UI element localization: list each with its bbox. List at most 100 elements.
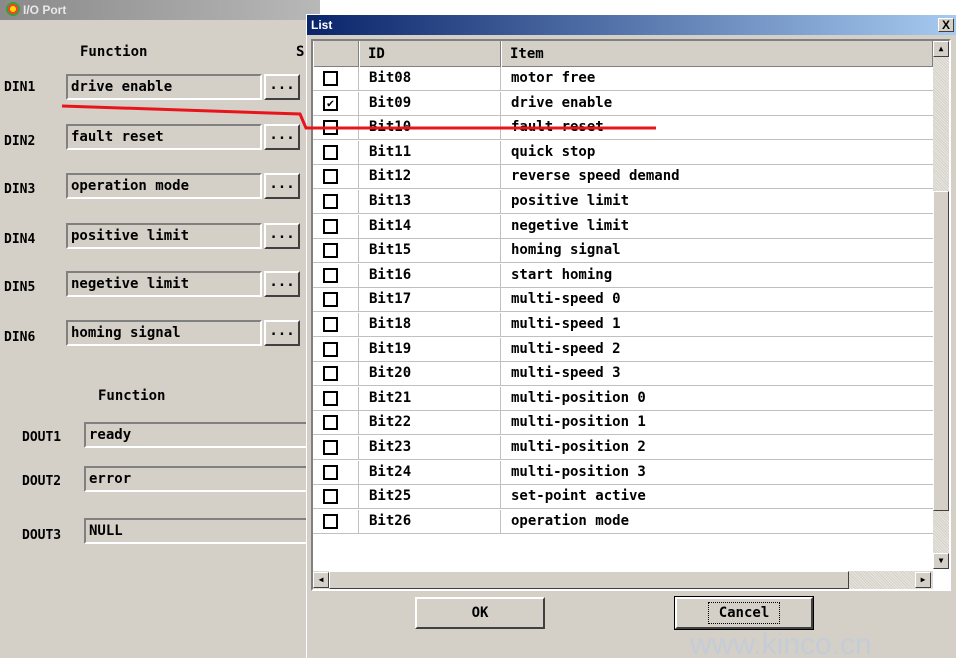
checkbox[interactable] xyxy=(323,243,338,259)
table-row[interactable]: Bit08 motor free xyxy=(313,67,933,91)
horizontal-scroll-thumb[interactable] xyxy=(329,571,849,589)
checkbox[interactable] xyxy=(323,144,338,160)
checkbox[interactable] xyxy=(323,464,338,480)
dout3-field[interactable]: NULL xyxy=(84,518,320,544)
row-id: Bit15 xyxy=(359,239,501,264)
checkbox[interactable] xyxy=(323,390,338,406)
row-check-cell xyxy=(313,67,359,91)
row-item: homing signal xyxy=(501,239,933,264)
scroll-up-icon[interactable]: ▲ xyxy=(933,41,949,57)
checkbox[interactable] xyxy=(323,71,338,86)
checkbox[interactable] xyxy=(323,120,338,136)
header-id[interactable]: ID xyxy=(359,41,501,67)
dout1-field[interactable]: ready xyxy=(84,422,320,448)
scroll-down-icon[interactable]: ▼ xyxy=(933,553,949,569)
din6-browse-button[interactable]: ... xyxy=(264,320,300,346)
checkbox[interactable] xyxy=(323,169,338,185)
row-check-cell xyxy=(313,288,359,313)
din5-field[interactable]: negetive limit xyxy=(66,271,262,297)
din3-browse-button[interactable]: ... xyxy=(264,173,300,199)
ok-button[interactable]: OK xyxy=(415,597,545,629)
table-row[interactable]: Bit17 multi-speed 0 xyxy=(313,288,933,313)
io-port-title: I/O Port xyxy=(23,3,67,17)
checkbox-checked[interactable]: ✔ xyxy=(323,95,338,111)
table-row[interactable]: Bit23 multi-position 2 xyxy=(313,436,933,460)
din4-field[interactable]: positive limit xyxy=(66,223,262,249)
vertical-scroll-thumb[interactable] xyxy=(933,191,949,511)
din3-field[interactable]: operation mode xyxy=(66,173,262,199)
table-row[interactable]: Bit19 multi-speed 2 xyxy=(313,337,933,362)
din2-browse-button[interactable]: ... xyxy=(264,124,300,150)
din6-field[interactable]: homing signal xyxy=(66,320,262,346)
table-row[interactable]: Bit11 quick stop xyxy=(313,140,933,165)
din5-browse-button[interactable]: ... xyxy=(264,271,300,297)
scroll-left-icon[interactable]: ◀ xyxy=(313,572,329,588)
table-row[interactable]: Bit25 set-point active xyxy=(313,485,933,510)
horizontal-scrollbar[interactable]: ◀ ▶ xyxy=(313,571,933,589)
row-item: multi-position 3 xyxy=(501,461,933,485)
din1-field[interactable]: drive enable xyxy=(66,74,262,100)
row-check-cell xyxy=(313,337,359,362)
row-id: Bit10 xyxy=(359,116,501,141)
checkbox[interactable] xyxy=(323,415,338,431)
cancel-button-label: Cancel xyxy=(707,602,781,624)
row-id: Bit18 xyxy=(359,313,501,337)
table-row[interactable]: Bit14 negetive limit xyxy=(313,214,933,239)
checkbox[interactable] xyxy=(323,513,338,529)
checkbox[interactable] xyxy=(323,267,338,283)
checkbox[interactable] xyxy=(323,218,338,234)
checkbox[interactable] xyxy=(323,341,338,357)
table-row[interactable]: ✔ Bit09 drive enable xyxy=(313,91,933,116)
output-function-header: Function xyxy=(98,388,166,404)
row-item: set-point active xyxy=(501,485,933,510)
table-row[interactable]: Bit16 start homing xyxy=(313,263,933,288)
din5-label: DIN5 xyxy=(4,280,36,295)
vertical-scrollbar[interactable]: ▲ ▼ xyxy=(933,41,949,569)
row-id: Bit09 xyxy=(359,91,501,116)
table-row[interactable]: Bit18 multi-speed 1 xyxy=(313,313,933,337)
checkbox[interactable] xyxy=(323,292,338,308)
din2-field[interactable]: fault reset xyxy=(66,124,262,150)
checkbox[interactable] xyxy=(323,317,338,332)
din4-browse-button[interactable]: ... xyxy=(264,223,300,249)
table-row[interactable]: Bit12 reverse speed demand xyxy=(313,165,933,190)
table-row[interactable]: Bit10 fault reset xyxy=(313,116,933,141)
row-id: Bit12 xyxy=(359,165,501,190)
row-item: multi-position 1 xyxy=(501,411,933,436)
checkbox[interactable] xyxy=(323,440,338,455)
checkbox[interactable] xyxy=(323,489,338,505)
table-row[interactable]: Bit21 multi-position 0 xyxy=(313,386,933,411)
table-row[interactable]: Bit20 multi-speed 3 xyxy=(313,362,933,387)
row-check-cell xyxy=(313,263,359,288)
row-check-cell xyxy=(313,214,359,239)
din4-label: DIN4 xyxy=(4,232,36,247)
cancel-button[interactable]: Cancel xyxy=(674,596,814,630)
list-titlebar[interactable]: List xyxy=(307,15,956,35)
din6-label: DIN6 xyxy=(4,330,36,345)
row-check-cell xyxy=(313,165,359,190)
checkbox[interactable] xyxy=(323,366,338,382)
din1-browse-button[interactable]: ... xyxy=(264,74,300,100)
scroll-right-icon[interactable]: ▶ xyxy=(915,572,931,588)
function-header: Function xyxy=(80,44,148,60)
checkbox[interactable] xyxy=(323,194,338,209)
table-row[interactable]: Bit15 homing signal xyxy=(313,239,933,264)
row-id: Bit20 xyxy=(359,362,501,387)
close-button[interactable]: X xyxy=(938,18,954,32)
row-id: Bit21 xyxy=(359,386,501,411)
header-check-column[interactable] xyxy=(313,41,359,67)
table-row[interactable]: Bit22 multi-position 1 xyxy=(313,411,933,436)
dout2-field[interactable]: error xyxy=(84,466,320,492)
row-item: reverse speed demand xyxy=(501,165,933,190)
header-item[interactable]: Item xyxy=(501,41,933,67)
table-row[interactable]: Bit24 multi-position 3 xyxy=(313,460,933,485)
row-id: Bit24 xyxy=(359,460,501,485)
watermark: www.kinco.cn xyxy=(690,628,872,658)
table-row[interactable]: Bit13 positive limit xyxy=(313,190,933,214)
row-item: multi-speed 2 xyxy=(501,338,933,362)
row-id: Bit19 xyxy=(359,337,501,362)
table-row[interactable]: Bit26 operation mode xyxy=(313,509,933,534)
row-item: quick stop xyxy=(501,141,933,165)
list-grid: ID Item Bit08 motor free ✔ Bit09 drive enabl… xyxy=(311,39,951,591)
io-port-titlebar[interactable]: I/O Port xyxy=(0,0,320,20)
